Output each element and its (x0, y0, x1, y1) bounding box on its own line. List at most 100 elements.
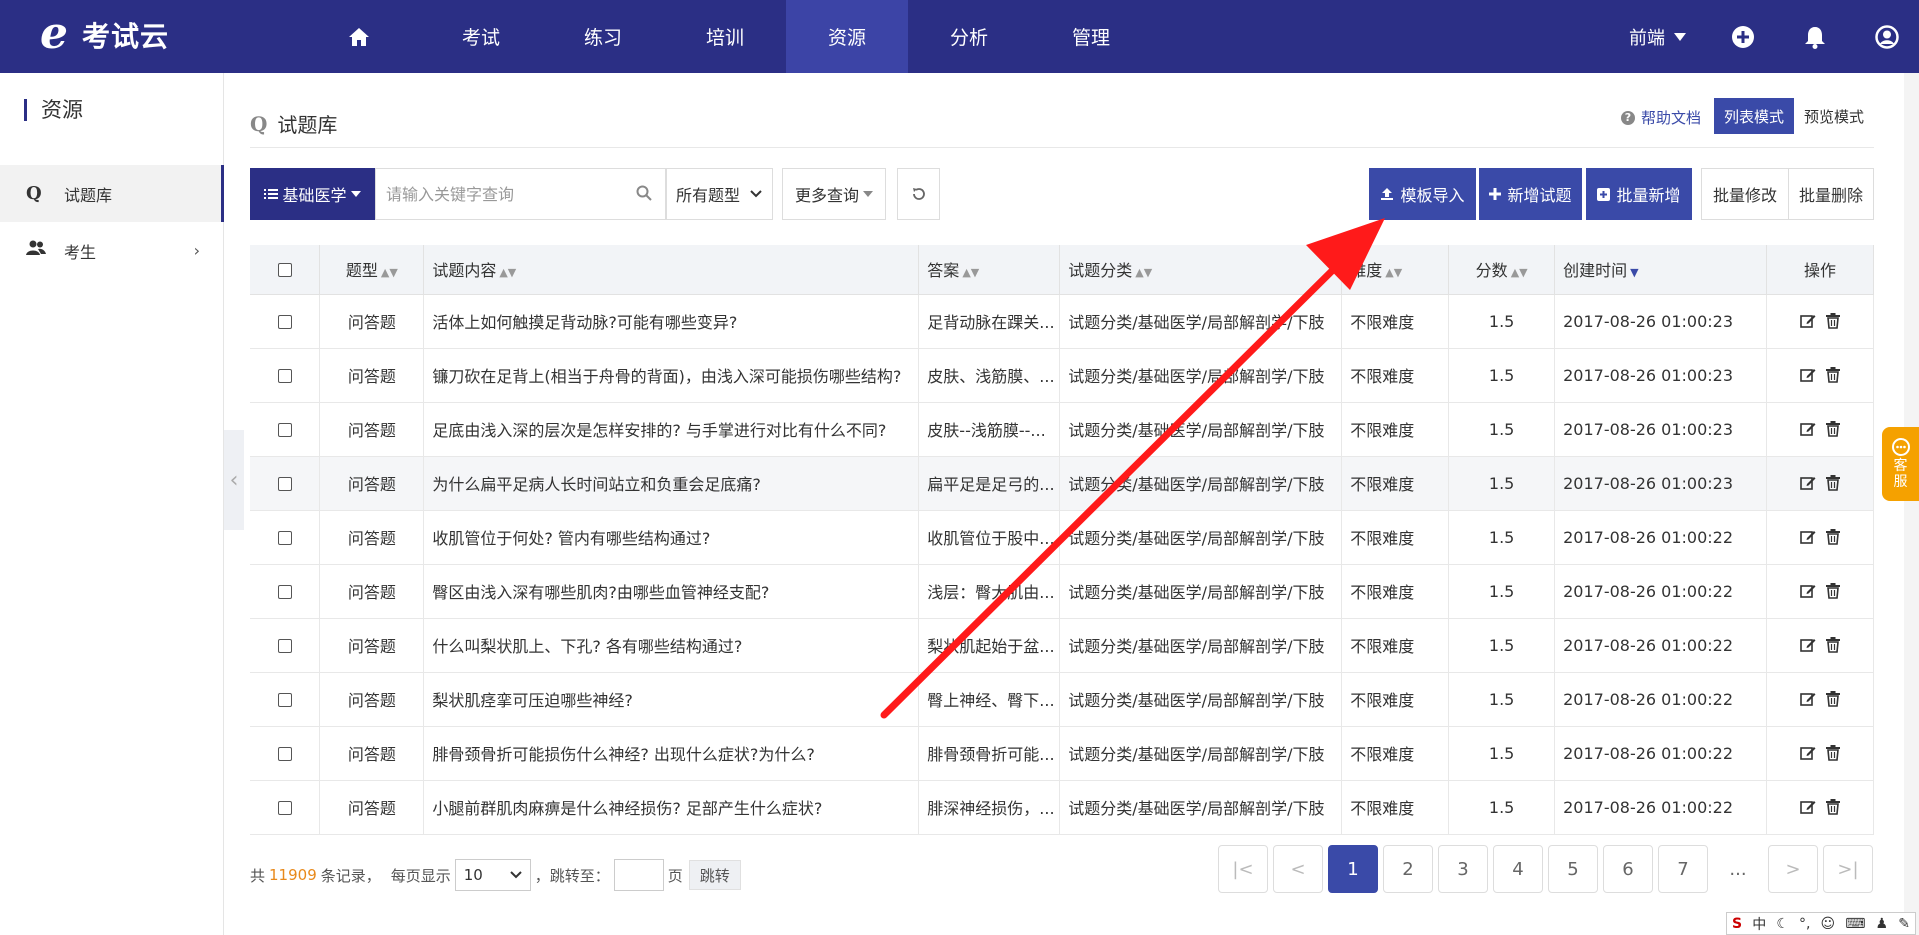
page-3-button[interactable]: 3 (1438, 845, 1488, 893)
cell-difficulty: 不限难度 (1341, 672, 1450, 727)
trash-icon[interactable] (1826, 691, 1841, 707)
row-checkbox[interactable] (277, 639, 292, 653)
page-4-button[interactable]: 4 (1493, 845, 1543, 893)
cell-type: 问答题 (319, 780, 425, 835)
trash-icon[interactable] (1826, 529, 1841, 545)
table-row[interactable]: 问答题 镰刀砍在足背上(相当于舟骨的背面)，由浅入深可能损伤哪些结构? 皮肤、浅筋膜… (250, 348, 1874, 403)
table-row[interactable]: 问答题 梨状肌痉挛可压迫哪些神经? 臀上神经、臀下... 试题分类/基础医学/局部解剖… (250, 672, 1874, 727)
col-score[interactable]: 分数 ▲▼ (1448, 245, 1556, 295)
customer-service-button[interactable]: 客 服 (1882, 427, 1919, 501)
profile-button[interactable] (1875, 24, 1899, 49)
edit-icon[interactable] (1800, 691, 1816, 707)
search-icon[interactable] (636, 185, 652, 201)
jump-page-input[interactable] (613, 859, 664, 891)
row-checkbox[interactable] (277, 315, 292, 329)
per-page-select[interactable]: 10 (454, 859, 531, 891)
sidebar-item-question-bank[interactable]: Q 试题库 (0, 165, 224, 222)
col-answer[interactable]: 答案 ▲▼ (918, 245, 1061, 295)
col-type[interactable]: 题型 ▲▼ (319, 245, 425, 295)
edit-icon[interactable] (1800, 799, 1816, 815)
table-row[interactable]: 问答题 活体上如何触摸足背动脉?可能有哪些变异? 足背动脉在踝关... 试题分类/基础… (250, 294, 1874, 349)
add-circle-button[interactable] (1731, 25, 1755, 49)
edit-icon[interactable] (1800, 529, 1816, 545)
page-7-button[interactable]: 7 (1658, 845, 1708, 893)
nav-training[interactable]: 培训 (664, 0, 786, 73)
table-row[interactable]: 问答题 小腿前群肌肉麻痹是什么神经损伤? 足部产生什么症状? 腓深神经损伤，... 试… (250, 780, 1874, 835)
prev-page-button[interactable]: < (1273, 845, 1323, 893)
nav-practice[interactable]: 练习 (542, 0, 664, 73)
nav-manage[interactable]: 管理 (1030, 0, 1152, 73)
table-row[interactable]: 问答题 足底由浅入深的层次是怎样安排的? 与手掌进行对比有什么不同? 皮肤--浅筋膜… (250, 402, 1874, 457)
table-row[interactable]: 问答题 臀区由浅入深有哪些肌肉?由哪些血管神经支配? 浅层：臀大肌由... 试题分类/… (250, 564, 1874, 619)
trash-icon[interactable] (1826, 475, 1841, 491)
jump-button[interactable]: 跳转 (688, 860, 741, 890)
list-mode-button[interactable]: 列表模式 (1714, 98, 1794, 134)
row-checkbox[interactable] (277, 477, 292, 491)
template-import-button[interactable]: 模板导入 (1369, 168, 1476, 220)
trash-icon[interactable] (1826, 313, 1841, 329)
nav-resource[interactable]: 资源 (786, 0, 908, 73)
page-1-button[interactable]: 1 (1328, 845, 1378, 893)
col-category[interactable]: 试题分类 ▲▼ (1059, 245, 1343, 295)
first-page-button[interactable]: |< (1218, 845, 1268, 893)
row-checkbox[interactable] (277, 423, 292, 437)
edit-icon[interactable] (1800, 745, 1816, 761)
edit-icon[interactable] (1800, 367, 1816, 383)
ime-toolbar[interactable]: S 中 ☾ °, ☺ ⌨ ♟ ✎ (1726, 912, 1916, 935)
edit-icon[interactable] (1800, 421, 1816, 437)
batch-add-button[interactable]: 批量新增 (1586, 168, 1692, 220)
page-6-button[interactable]: 6 (1603, 845, 1653, 893)
select-all-checkbox[interactable] (277, 263, 292, 278)
table-row[interactable]: 问答题 收肌管位于何处? 管内有哪些结构通过? 收肌管位于股中... 试题分类/基础医… (250, 510, 1874, 565)
row-checkbox[interactable] (277, 585, 292, 599)
notifications-button[interactable] (1803, 25, 1827, 49)
batch-edit-button[interactable]: 批量修改 (1701, 168, 1789, 220)
col-content[interactable]: 试题内容 ▲▼ (423, 245, 920, 295)
row-checkbox[interactable] (277, 693, 292, 707)
nav-analysis[interactable]: 分析 (908, 0, 1030, 73)
category-dropdown[interactable]: 基础医学 (250, 168, 375, 220)
row-checkbox[interactable] (277, 531, 292, 545)
trash-icon[interactable] (1826, 799, 1841, 815)
last-page-button[interactable]: >| (1823, 845, 1873, 893)
table-row[interactable]: 问答题 腓骨颈骨折可能损伤什么神经? 出现什么症状?为什么? 腓骨颈骨折可能... 试… (250, 726, 1874, 781)
nav-home[interactable] (298, 0, 420, 73)
nav-exam[interactable]: 考试 (420, 0, 542, 73)
page-5-button[interactable]: 5 (1548, 845, 1598, 893)
table-row[interactable]: 问答题 什么叫梨状肌上、下孔? 各有哪些结构通过? 梨状肌起始于盆... 试题分类/基… (250, 618, 1874, 673)
category-label: 基础医学 (282, 186, 347, 205)
trash-icon[interactable] (1826, 367, 1841, 383)
trash-icon[interactable] (1826, 421, 1841, 437)
row-checkbox[interactable] (277, 369, 292, 383)
question-type-select[interactable]: 所有题型 (665, 168, 773, 220)
preview-mode-button[interactable]: 预览模式 (1794, 98, 1874, 134)
batch-delete-button[interactable]: 批量删除 (1788, 168, 1874, 220)
page-2-button[interactable]: 2 (1383, 845, 1433, 893)
edit-icon[interactable] (1800, 475, 1816, 491)
trash-icon[interactable] (1826, 637, 1841, 653)
logo[interactable]: e 考试云 (40, 12, 169, 56)
row-checkbox[interactable] (277, 747, 292, 761)
cell-type: 问答题 (319, 564, 425, 619)
trash-icon[interactable] (1826, 745, 1841, 761)
next-page-button[interactable]: > (1768, 845, 1818, 893)
col-difficulty[interactable]: 难度 ▲▼ (1341, 245, 1450, 295)
reset-button[interactable] (897, 168, 940, 220)
more-query-dropdown[interactable]: 更多查询 (782, 168, 886, 220)
search-input[interactable] (386, 184, 626, 204)
table-row[interactable]: 问答题 为什么扁平足病人长时间站立和负重会足底痛? 扁平足是足弓的... 试题分类/基… (250, 456, 1874, 511)
edit-icon[interactable] (1800, 583, 1816, 599)
page-scrollbar[interactable] (1904, 73, 1919, 935)
add-question-button[interactable]: 新增试题 (1479, 168, 1582, 220)
user-menu[interactable]: 前端 (1629, 24, 1687, 50)
row-checkbox[interactable] (277, 801, 292, 815)
sidebar-item-candidates[interactable]: 考生 › (0, 222, 224, 279)
trash-icon[interactable] (1826, 583, 1841, 599)
help-docs-link[interactable]: ? 帮助文档 (1621, 107, 1701, 128)
cell-answer: 皮肤、浅筋膜、... (918, 348, 1061, 403)
row-select-cell (250, 348, 321, 403)
edit-icon[interactable] (1800, 637, 1816, 653)
cell-category: 试题分类/基础医学/局部解剖学/下肢 (1059, 726, 1343, 781)
edit-icon[interactable] (1800, 313, 1816, 329)
col-created[interactable]: 创建时间 ▼ (1554, 245, 1768, 295)
